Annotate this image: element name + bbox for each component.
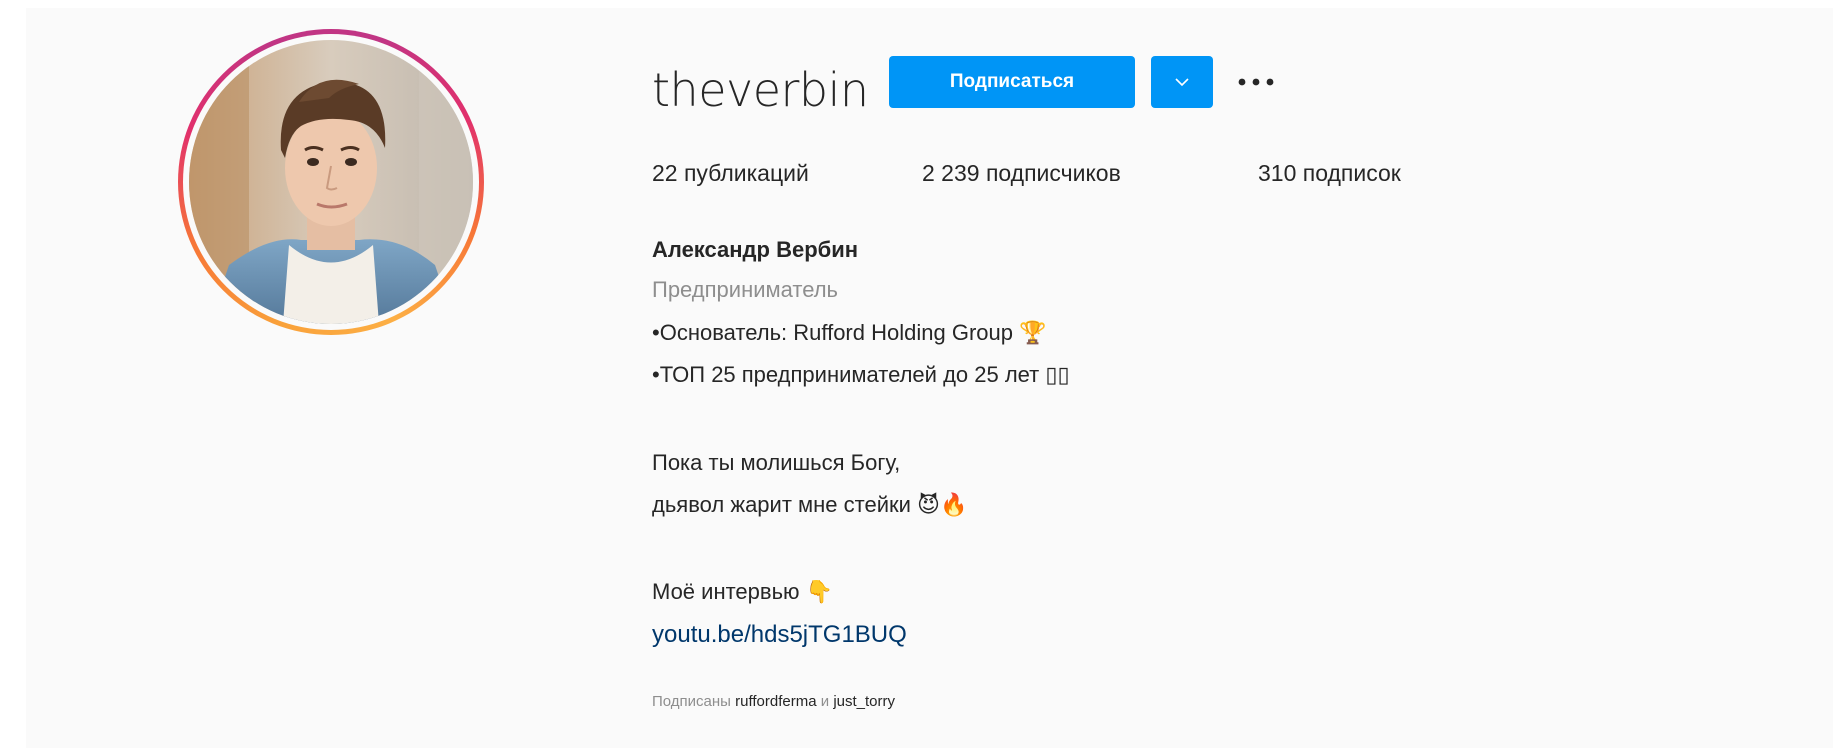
profile-full-name: Александр Вербин (652, 237, 859, 262)
followed-by: Подписаны ruffordferma и just_torry (652, 692, 895, 712)
following-link[interactable]: 310 подписок (1258, 158, 1401, 188)
chevron-down-icon (1175, 78, 1189, 87)
follow-button[interactable]: Подписаться (889, 56, 1135, 108)
followed-by-prefix: Подписаны (652, 693, 731, 710)
more-options-button[interactable] (1233, 68, 1279, 96)
mutual-follower-link[interactable]: ruffordferma (735, 693, 816, 710)
more-options-icon (1238, 78, 1274, 86)
avatar-photo (189, 40, 473, 324)
posts-count: 22 публикаций (652, 160, 809, 186)
profile-username: theverbin (652, 63, 869, 117)
bio-line: Пока ты молишься Богу, (652, 450, 901, 475)
bio-line: дьявол жарит мне стейки 😈🔥 (652, 492, 968, 517)
followed-by-conjunction: и (820, 693, 830, 710)
bio-line: •Основатель: Rufford Holding Group 🏆 (652, 320, 1047, 345)
followers-link[interactable]: 2 239 подписчиков (922, 158, 1121, 188)
bio-line: Моё интервью 👇 (652, 579, 834, 604)
mutual-follower-link[interactable]: just_torry (833, 693, 895, 710)
bio-line: •ТОП 25 предпринимателей до 25 лет ▯▯ (652, 362, 1070, 387)
story-ring[interactable] (178, 29, 484, 335)
bio-website-link[interactable]: youtu.be/hds5jTG1BUQ (652, 620, 1552, 650)
profile-avatar[interactable] (189, 40, 473, 324)
profile-category: Предприниматель (652, 277, 839, 302)
suggestions-dropdown-button[interactable] (1151, 56, 1213, 108)
